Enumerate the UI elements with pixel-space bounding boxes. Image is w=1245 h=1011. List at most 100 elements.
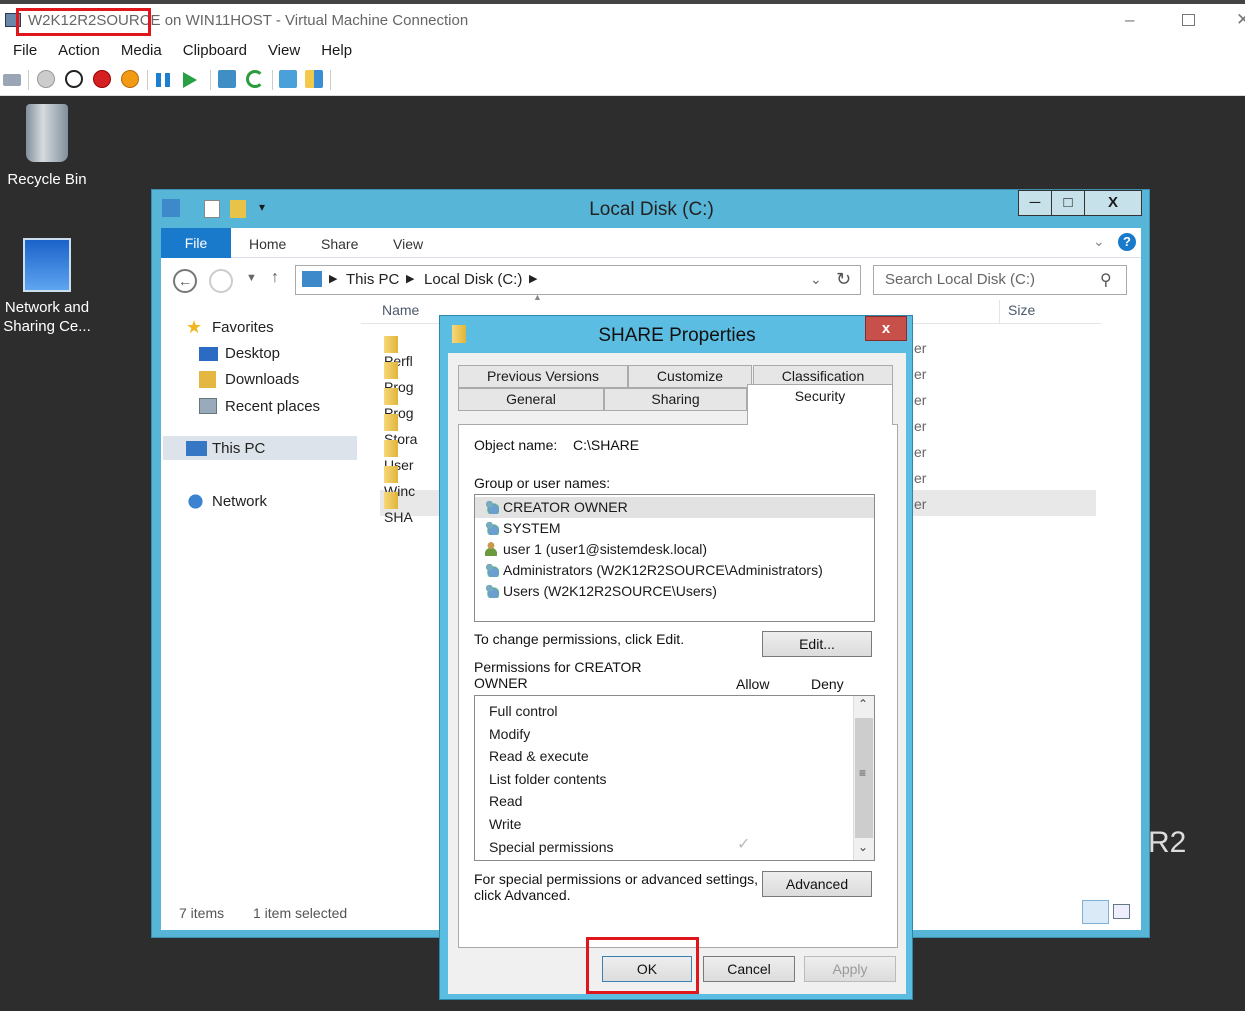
share-icon[interactable] bbox=[305, 70, 323, 88]
downloads-icon bbox=[199, 371, 216, 388]
network-label-line2: Sharing Ce... bbox=[3, 318, 91, 335]
network-sharing-center[interactable]: Network and Sharing Ce... bbox=[0, 238, 94, 336]
minimize-button[interactable]: – bbox=[1125, 10, 1134, 30]
nav-favorites[interactable]: Favorites bbox=[212, 319, 274, 336]
permissions-for-label-2: OWNER bbox=[474, 675, 528, 691]
play-icon[interactable] bbox=[183, 72, 197, 88]
dialog-title: SHARE Properties bbox=[598, 325, 756, 346]
tab-share[interactable]: Share bbox=[321, 236, 358, 252]
ribbon-expand-icon[interactable]: ⌄ bbox=[1093, 233, 1105, 250]
file-type: er bbox=[914, 366, 927, 382]
turn-off-icon[interactable] bbox=[65, 70, 83, 88]
scroll-down-icon[interactable]: ⌄ bbox=[858, 840, 868, 854]
vm-app-icon bbox=[5, 13, 21, 27]
ctrl-alt-del-icon[interactable] bbox=[3, 74, 21, 86]
menu-file[interactable]: File bbox=[13, 38, 37, 64]
os-watermark: R2 bbox=[1148, 826, 1187, 859]
user-row[interactable]: CREATOR OWNER bbox=[475, 497, 874, 518]
menu-clipboard[interactable]: Clipboard bbox=[183, 38, 247, 64]
column-name[interactable]: Name bbox=[382, 302, 419, 318]
edit-button[interactable]: Edit... bbox=[762, 631, 872, 657]
network-icon bbox=[23, 238, 71, 292]
search-placeholder: Search Local Disk (C:) bbox=[885, 271, 1036, 288]
scroll-grip-icon: ≡ bbox=[859, 766, 867, 780]
sort-indicator-icon: ▲ bbox=[533, 292, 542, 302]
ok-button[interactable]: OK bbox=[602, 956, 692, 982]
network-nav-icon bbox=[186, 493, 205, 510]
cancel-button[interactable]: Cancel bbox=[703, 956, 795, 982]
this-pc-nav-icon bbox=[186, 441, 207, 456]
nav-downloads[interactable]: Downloads bbox=[225, 371, 299, 388]
nav-recent-places[interactable]: Recent places bbox=[225, 398, 320, 415]
advanced-button[interactable]: Advanced bbox=[762, 871, 872, 897]
toolbar-separator bbox=[28, 70, 29, 90]
user-row[interactable]: Users (W2K12R2SOURCE\Users) bbox=[475, 581, 874, 602]
user-list[interactable]: CREATOR OWNER SYSTEM user 1 (user1@siste… bbox=[474, 494, 875, 622]
nav-network[interactable]: Network bbox=[212, 493, 267, 510]
tab-file[interactable]: File bbox=[161, 228, 231, 258]
folder-icon bbox=[384, 387, 398, 405]
revert-icon[interactable] bbox=[246, 70, 264, 88]
user-row[interactable]: user 1 (user1@sistemdesk.local) bbox=[475, 539, 874, 560]
tab-sharing[interactable]: Sharing bbox=[604, 388, 747, 411]
explorer-close-button[interactable]: X bbox=[1084, 190, 1142, 216]
permission-row: Special permissions bbox=[489, 838, 614, 855]
nav-this-pc[interactable]: This PC bbox=[212, 440, 265, 457]
user-row[interactable]: Administrators (W2K12R2SOURCE\Administra… bbox=[475, 560, 874, 581]
tab-general[interactable]: General bbox=[458, 388, 604, 411]
explorer-maximize-button[interactable]: □ bbox=[1051, 190, 1085, 216]
tab-customize[interactable]: Customize bbox=[628, 365, 752, 388]
menu-view[interactable]: View bbox=[268, 38, 300, 64]
breadcrumb-sep: ▶ bbox=[529, 273, 538, 285]
tab-view[interactable]: View bbox=[393, 236, 423, 252]
forward-icon[interactable] bbox=[209, 269, 233, 293]
this-pc-icon bbox=[302, 271, 322, 287]
recycle-bin[interactable]: Recycle Bin bbox=[4, 104, 90, 189]
tab-security[interactable]: Security bbox=[747, 384, 893, 425]
up-icon[interactable]: ↑ bbox=[271, 269, 279, 287]
search-input[interactable]: Search Local Disk (C:) ⚲ bbox=[873, 265, 1127, 295]
breadcrumb-this-pc[interactable]: This PC bbox=[346, 271, 399, 288]
ribbon: File Home Share View ⌄ ? bbox=[161, 228, 1141, 258]
tab-home[interactable]: Home bbox=[249, 236, 286, 252]
list-item[interactable]: SHA bbox=[384, 491, 413, 525]
user-name: CREATOR OWNER bbox=[503, 499, 628, 515]
tab-previous-versions[interactable]: Previous Versions bbox=[458, 365, 628, 388]
object-name-value: C:\SHARE bbox=[573, 437, 640, 453]
start-icon[interactable] bbox=[37, 70, 55, 88]
menu-media[interactable]: Media bbox=[121, 38, 162, 64]
breadcrumb-local-disk[interactable]: Local Disk (C:) bbox=[424, 271, 522, 288]
file-type: er bbox=[914, 444, 927, 460]
scroll-up-icon[interactable]: ⌃ bbox=[858, 697, 868, 711]
permissions-scrollbar[interactable]: ⌃ ≡ ⌄ bbox=[853, 696, 874, 860]
user-row[interactable]: SYSTEM bbox=[475, 518, 874, 539]
maximize-button[interactable] bbox=[1182, 14, 1195, 26]
group-user-label: Group or user names: bbox=[474, 475, 611, 491]
nav-desktop[interactable]: Desktop bbox=[225, 345, 280, 362]
folder-icon bbox=[384, 361, 398, 379]
back-icon[interactable]: ← bbox=[173, 269, 197, 293]
recent-locations-icon[interactable]: ▼ bbox=[246, 272, 257, 284]
explorer-minimize-button[interactable]: ─ bbox=[1018, 190, 1052, 216]
help-icon[interactable]: ? bbox=[1118, 233, 1136, 251]
user-name: SYSTEM bbox=[503, 520, 561, 536]
power-icon[interactable] bbox=[121, 70, 139, 88]
close-button[interactable]: ✕ bbox=[1236, 10, 1245, 30]
column-size[interactable]: Size bbox=[1008, 302, 1035, 318]
apply-button[interactable]: Apply bbox=[804, 956, 896, 982]
refresh-icon[interactable]: ↻ bbox=[836, 269, 851, 290]
file-type: er bbox=[914, 392, 927, 408]
address-dropdown-icon[interactable]: ⌄ bbox=[810, 271, 822, 288]
large-icons-view-icon[interactable] bbox=[1113, 904, 1130, 919]
menu-action[interactable]: Action bbox=[58, 38, 100, 64]
address-bar[interactable]: ▶ This PC ▶ Local Disk (C:) ▶ ⌄ ↻ bbox=[295, 265, 861, 295]
details-view-icon[interactable] bbox=[1082, 900, 1109, 924]
dialog-close-button[interactable]: x bbox=[865, 316, 907, 341]
folder-icon bbox=[384, 491, 398, 509]
checkpoint-icon[interactable] bbox=[218, 70, 236, 88]
shutdown-icon[interactable] bbox=[93, 70, 111, 88]
pause-icon[interactable] bbox=[156, 73, 170, 87]
menu-help[interactable]: Help bbox=[321, 38, 352, 64]
enhanced-session-icon[interactable] bbox=[279, 70, 297, 88]
special-permissions-text-2: click Advanced. bbox=[474, 887, 571, 903]
